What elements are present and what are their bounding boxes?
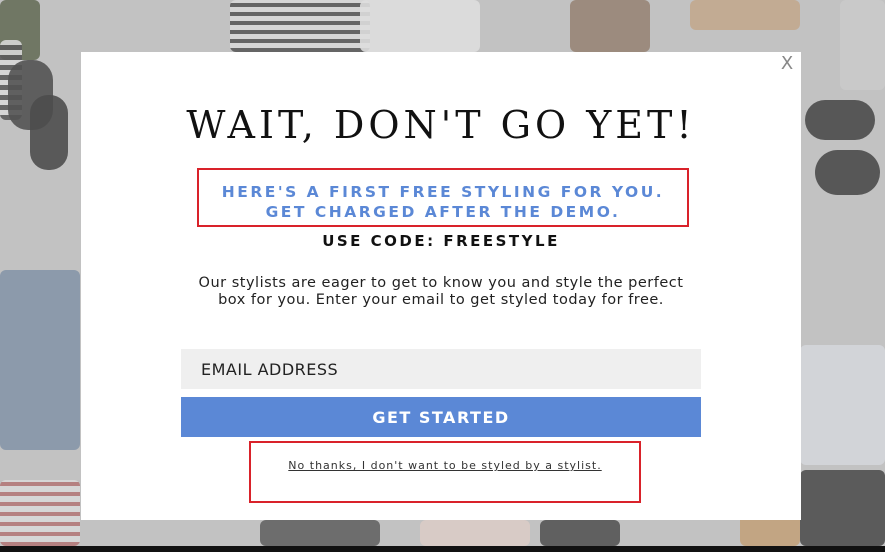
bottom-edge (0, 546, 885, 552)
promo-code-text: USE CODE: FREESTYLE (322, 232, 560, 250)
decline-highlight-box: No thanks, I don't want to be styled by … (249, 441, 641, 503)
exit-intent-modal: X WAIT, DON'T GO YET! HERE'S A FIRST FRE… (81, 52, 801, 520)
get-started-button[interactable]: GET STARTED (181, 397, 701, 437)
modal-headline: WAIT, DON'T GO YET! (186, 103, 696, 147)
modal-description: Our stylists are eager to get to know yo… (198, 275, 684, 308)
email-input[interactable] (181, 349, 701, 389)
promo-line-2: GET CHARGED AFTER THE DEMO. (265, 203, 621, 221)
promo-message-box: HERE'S A FIRST FREE STYLING FOR YOU. GET… (197, 168, 689, 227)
close-icon[interactable]: X (779, 54, 795, 74)
decline-link[interactable]: No thanks, I don't want to be styled by … (251, 459, 639, 472)
promo-line-1: HERE'S A FIRST FREE STYLING FOR YOU. (221, 183, 665, 201)
